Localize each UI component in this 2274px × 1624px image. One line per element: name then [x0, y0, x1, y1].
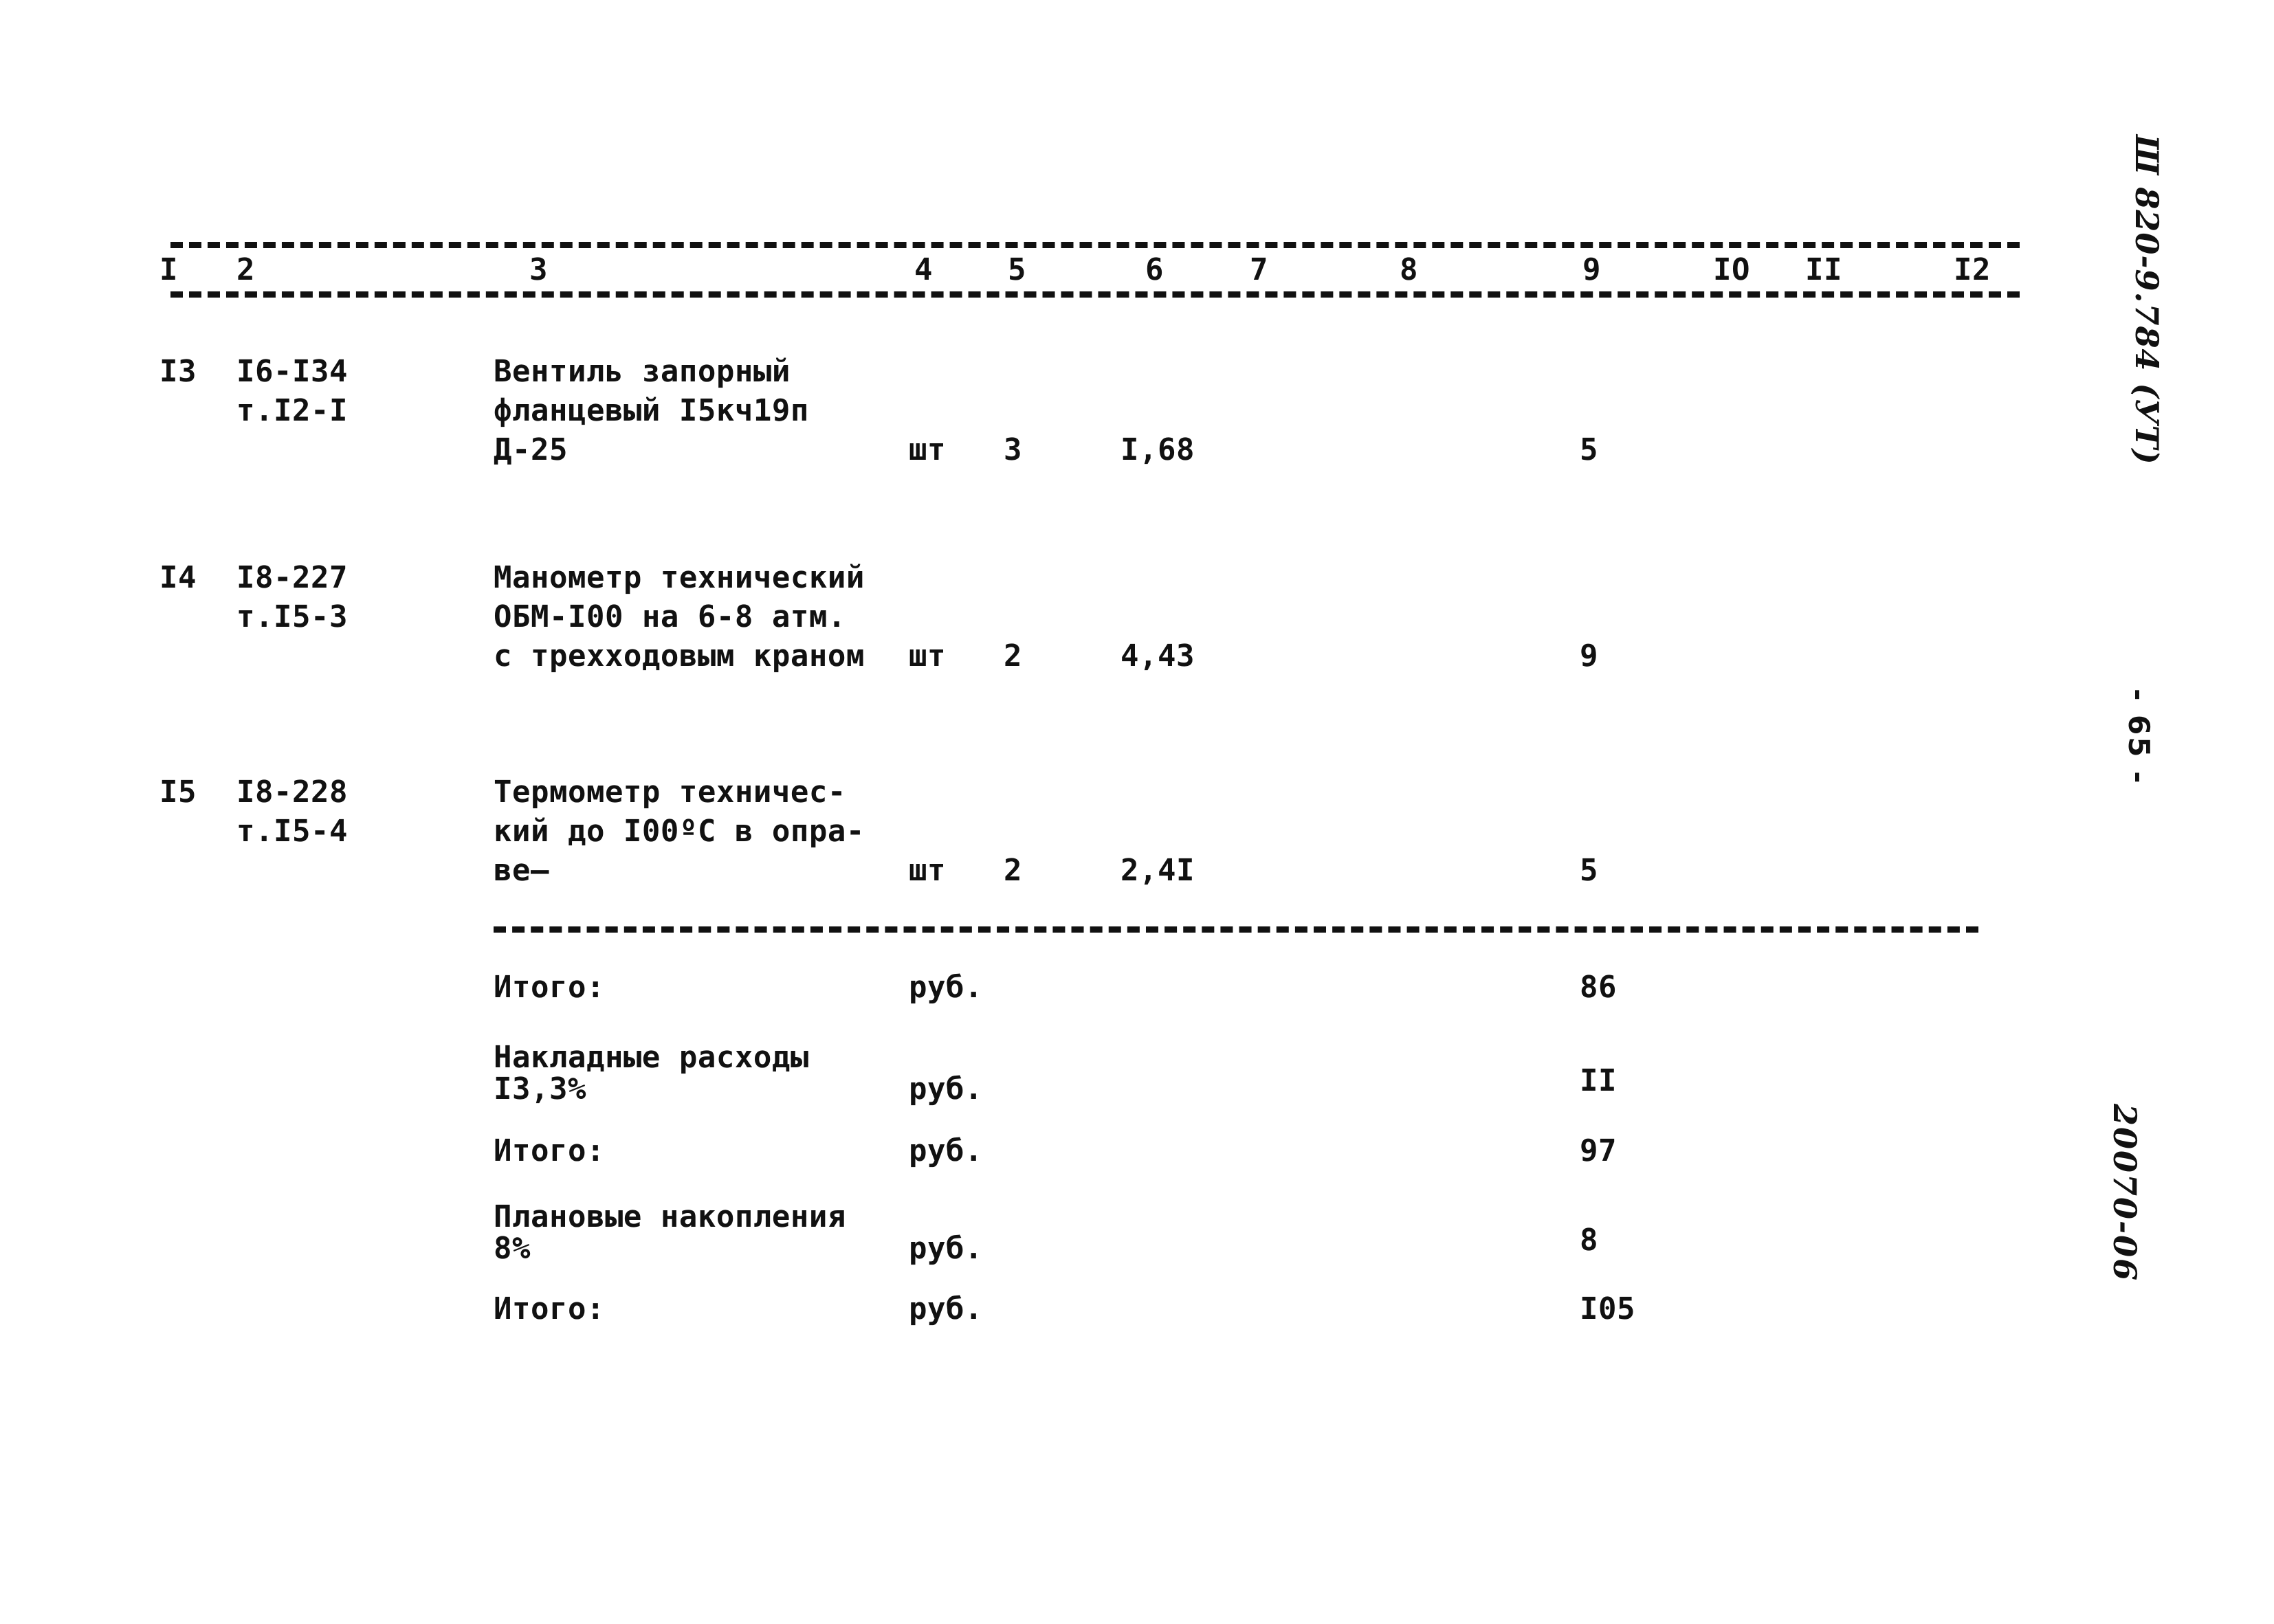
summary-value: II: [1580, 1063, 1617, 1098]
item-name-line2: фланцевый I5кч19п: [494, 393, 809, 428]
table-header-rule-bottom: [170, 291, 2020, 298]
summary-value: I05: [1580, 1291, 1635, 1326]
summary-label-sub: I3,3%: [494, 1071, 586, 1106]
column-number-7: 7: [1250, 252, 1268, 287]
item-total: 9: [1580, 638, 1598, 674]
summary-label: Плановые накопления: [494, 1199, 846, 1234]
summary-value: 86: [1580, 970, 1617, 1005]
summary-value: 8: [1580, 1223, 1598, 1258]
scanned-document-page: I 2 3 4 5 6 7 8 9 IO II I2 I3 I6-I34 т.I…: [0, 0, 2274, 1624]
item-unit: шт: [909, 638, 946, 674]
column-number-8: 8: [1400, 252, 1418, 287]
column-number-9: 9: [1582, 252, 1601, 287]
summary-separator-rule: [494, 926, 1978, 933]
summary-unit: руб.: [909, 1133, 983, 1168]
item-price: 4,43: [1121, 638, 1195, 674]
item-quantity: 3: [1004, 432, 1022, 467]
table-row: I4: [159, 560, 197, 595]
margin-code-bottom: 20070-06: [2106, 1104, 2143, 1282]
page-number-mark: - 65 -: [2122, 689, 2156, 786]
summary-unit: руб.: [909, 1071, 983, 1106]
column-number-4: 4: [914, 252, 933, 287]
item-quantity: 2: [1004, 853, 1022, 888]
table-row: I3: [159, 354, 197, 389]
item-name-line2: ОБМ-I00 на 6-8 атм.: [494, 599, 846, 634]
item-name-line1: Вентиль запорный: [494, 354, 791, 389]
summary-value: 97: [1580, 1133, 1617, 1168]
item-quantity: 2: [1004, 638, 1022, 674]
summary-unit: руб.: [909, 1231, 983, 1266]
item-code-line1: I8-228: [236, 775, 348, 810]
item-code-line1: I6-I34: [236, 354, 348, 389]
item-total: 5: [1580, 853, 1598, 888]
column-number-3: 3: [529, 252, 548, 287]
margin-code-top: Ш 820-9.784 (УТ): [2128, 135, 2165, 465]
item-name-line2: кий до I00ºС в опра-: [494, 814, 865, 849]
summary-label-sub: 8%: [494, 1231, 531, 1266]
column-number-1: I: [159, 252, 178, 287]
item-total: 5: [1580, 432, 1598, 467]
summary-label: Итого:: [494, 1291, 605, 1326]
item-name-line1: Манометр технический: [494, 560, 865, 595]
item-name-line3: ве—: [494, 853, 549, 888]
item-code-line2: т.I5-3: [236, 599, 348, 634]
item-code-line2: т.I2-I: [236, 393, 348, 428]
item-unit: шт: [909, 853, 946, 888]
column-number-10: IO: [1713, 252, 1750, 287]
item-name-line3: с трехходовым краном: [494, 638, 865, 674]
item-price: 2,4I: [1121, 853, 1195, 888]
item-name-line3: Д-25: [494, 432, 568, 467]
paper-sheet: I 2 3 4 5 6 7 8 9 IO II I2 I3 I6-I34 т.I…: [0, 0, 2274, 1624]
table-row: I5: [159, 775, 197, 810]
column-number-12: I2: [1954, 252, 1991, 287]
item-code-line1: I8-227: [236, 560, 348, 595]
summary-label: Итого:: [494, 970, 605, 1005]
column-number-5: 5: [1008, 252, 1026, 287]
table-header-rule-top: [170, 242, 2020, 248]
column-number-2: 2: [236, 252, 255, 287]
item-unit: шт: [909, 432, 946, 467]
column-number-11: II: [1805, 252, 1842, 287]
summary-unit: руб.: [909, 1291, 983, 1326]
summary-label: Итого:: [494, 1133, 605, 1168]
column-number-6: 6: [1145, 252, 1164, 287]
summary-unit: руб.: [909, 970, 983, 1005]
item-code-line2: т.I5-4: [236, 814, 348, 849]
item-price: I,68: [1121, 432, 1195, 467]
item-name-line1: Термометр техничес-: [494, 775, 846, 810]
